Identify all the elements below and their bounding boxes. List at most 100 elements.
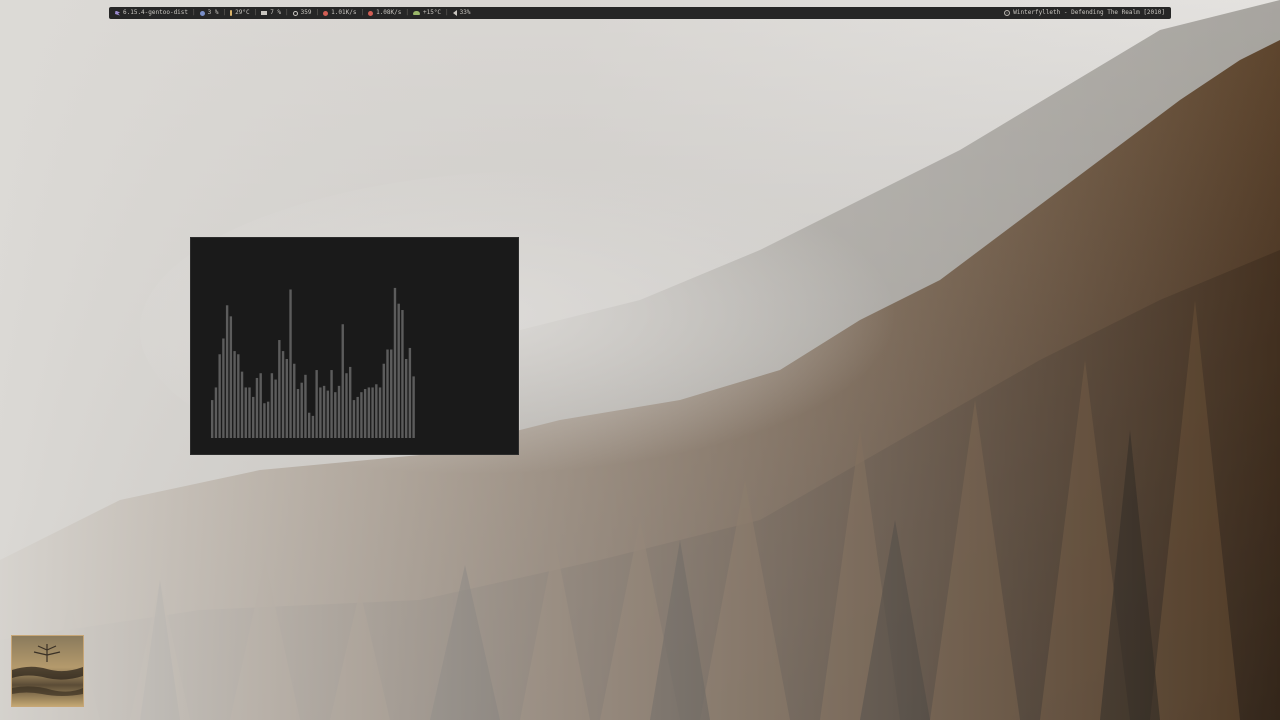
volume-module[interactable]: 33% [452,7,471,19]
memory-usage: 7 % [270,9,282,16]
visualizer-bar [404,359,408,438]
memory-module[interactable]: 7 % [261,7,281,19]
separator: | [445,9,449,16]
visualizer-bar [319,387,322,438]
package-icon [292,10,298,16]
visualizer-bar [259,373,262,438]
status-bar: 6.15.4-gentoo-dist | 3 % | 29°C | 7 % | … [109,7,1171,19]
packages-module[interactable]: 359 [292,7,312,19]
visualizer-bar [341,324,344,438]
visualizer-bar [255,377,259,438]
temperature-module[interactable]: 29°C [230,7,250,19]
visualizer-bar [214,387,218,438]
album-cover-image [12,636,83,706]
visualizer-bar [237,354,240,438]
visualizer-bar [334,392,337,438]
visualizer-bar [326,390,330,438]
cloud-icon [412,11,420,15]
visualizer-bar [229,316,233,438]
memory-icon [261,11,268,15]
visualizer-bar [412,376,415,438]
cpu-temperature: 29°C [235,9,250,16]
visualizer-bar [218,354,221,438]
visualizer-bar [289,289,292,438]
music-disc-icon [1004,10,1011,16]
visualizer-bar [278,340,281,438]
visualizer-bar [293,363,296,438]
separator: | [192,9,196,16]
upload-speed: 1.08K/s [376,9,402,16]
status-bar-left: 6.15.4-gentoo-dist | 3 % | 29°C | 7 % | … [115,7,471,19]
thermometer-icon [230,10,233,16]
weather-temperature: +15°C [422,9,442,16]
visualizer-bar [337,385,341,438]
visualizer-bar [252,396,255,438]
visualizer-bar [360,392,363,438]
cpu-usage: 3 % [207,9,219,16]
visualizer-bar [222,338,225,438]
album-art [11,635,84,707]
visualizer-bar [274,379,277,438]
visualizer-bar [330,370,333,438]
visualizer-bar [356,396,359,438]
visualizer-bar [300,382,303,438]
visualizer-bar [240,371,244,438]
package-count: 359 [300,9,312,16]
net-down-module[interactable]: 1.01K/s [323,7,356,19]
audio-visualizer-window[interactable] [190,237,519,455]
now-playing-title: Winterfylleth - Defending The Realm [201… [1013,9,1165,16]
visualizer-bar [382,363,385,438]
visualizer-bar [311,415,315,438]
separator: | [222,9,227,16]
visualizer-bar [408,347,412,438]
download-icon [323,10,329,16]
visualizer-bar [263,403,266,438]
volume-level: 33% [459,9,471,16]
net-up-module[interactable]: 1.08K/s [368,7,401,19]
visualizer-bar [375,384,378,438]
visualizer-bar [225,305,229,438]
visualizer-bar [386,349,389,438]
status-bar-right: Winterfylleth - Defending The Realm [201… [1004,7,1165,19]
kernel-module: 6.15.4-gentoo-dist [115,7,188,19]
visualizer-bar [371,387,374,438]
visualizer-bar [397,303,400,438]
separator: | [405,9,409,16]
visualizer-bar [349,366,352,438]
visualizer-bar [248,387,251,438]
kernel-version: 6.15.4-gentoo-dist [123,9,189,16]
visualizer-bar [390,349,393,438]
weather-module[interactable]: +15°C [412,7,442,19]
visualizer-bar [244,387,247,438]
visualizer-bar [281,351,285,438]
separator: | [360,9,365,16]
visualizer-bar [211,400,214,438]
visualizer-bar [393,287,397,438]
visualizer-bar [345,373,348,438]
visualizer-bars [211,287,415,438]
separator: | [315,9,320,16]
visualizer-bar [401,310,404,438]
visualizer-bar [307,412,311,438]
visualizer-bar [266,401,270,438]
visualizer-bar [378,387,382,438]
visualizer-bar [233,351,236,438]
visualizer-bar [352,400,356,438]
visualizer-bar [296,389,300,438]
download-speed: 1.01K/s [331,9,357,16]
separator: | [285,9,289,16]
speaker-icon [452,10,457,16]
now-playing-module[interactable]: Winterfylleth - Defending The Realm [201… [1004,7,1165,19]
gentoo-icon [115,10,120,16]
visualizer-bar [304,374,307,438]
visualizer-bar [367,387,371,438]
separator: | [253,9,258,16]
cpu-icon [199,10,205,16]
visualizer-bar [322,385,326,438]
upload-icon [368,10,374,16]
visualizer-bar [363,389,367,438]
visualizer-bar [315,370,318,438]
visualizer-bar [270,373,274,438]
cpu-module[interactable]: 3 % [199,7,219,19]
visualizer-bar [285,359,288,438]
